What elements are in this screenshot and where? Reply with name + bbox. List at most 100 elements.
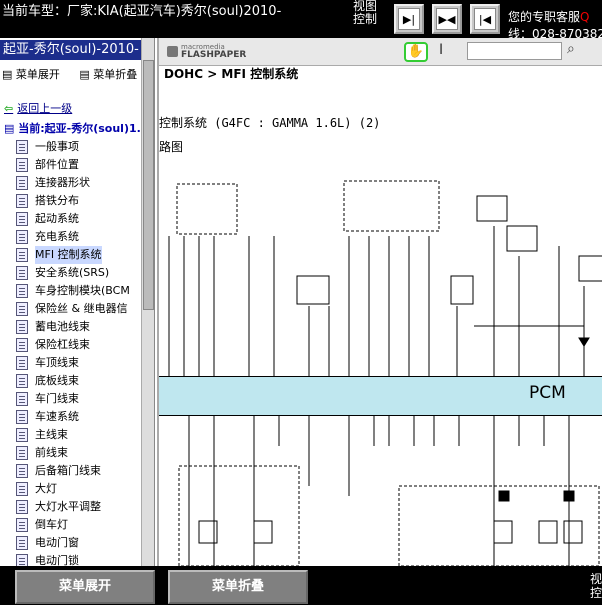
doc-icon: ▤ [4, 122, 15, 135]
document-icon [16, 212, 28, 226]
expand-menu-link[interactable]: ▤ 菜单展开 [2, 68, 68, 81]
document-icon [16, 176, 28, 190]
menu-item[interactable]: 搭铁分布 [16, 192, 130, 210]
menu-item-label: 大灯 [35, 482, 57, 495]
menu-item[interactable]: MFI 控制系统 [16, 246, 130, 264]
menu-item[interactable]: 电动门锁 [16, 552, 130, 566]
menu-item[interactable]: 后备箱门线束 [16, 462, 130, 480]
menu-item[interactable]: 保险杠线束 [16, 336, 130, 354]
current-model-title: 当前车型：厂家:KIA(起亚汽车)秀尔(soul)2010- [2, 4, 282, 19]
hand-tool-icon[interactable]: ✋ [404, 42, 428, 62]
document-page: DOHC > MFI 控制系统 控制系统 (G4FC : GAMMA 1.6L)… [159, 66, 602, 566]
document-icon [16, 356, 28, 370]
qq-link[interactable]: Q [580, 10, 589, 24]
menu-item-label: MFI 控制系统 [35, 246, 102, 264]
menu-item-label: 安全系统(SRS) [35, 266, 110, 279]
menu-item-label: 电动门锁 [35, 554, 79, 566]
menu-item-label: 车门线束 [35, 392, 79, 405]
double-arrow-icon: ▶◀ [436, 8, 458, 30]
service-label: 您的专职客服Q [508, 10, 590, 24]
menu-item[interactable]: 连接器形状 [16, 174, 130, 192]
menu-item-label: 车顶线束 [35, 356, 79, 369]
document-icon [16, 392, 28, 406]
document-icon [16, 428, 28, 442]
text-select-icon[interactable]: I [439, 42, 443, 58]
document-icon [16, 248, 28, 262]
menu-item-label: 蓄电池线束 [35, 320, 90, 333]
flashpaper-toolbar: macromedia FLASHPAPER ✋ I ⌕ [159, 38, 602, 66]
menu-item[interactable]: 一般事项 [16, 138, 130, 156]
document-icon [16, 410, 28, 424]
macromedia-logo-icon [167, 46, 178, 57]
document-icon [16, 518, 28, 532]
expand-menu-button[interactable]: 菜单展开 [15, 570, 155, 604]
document-icon [16, 266, 28, 280]
menu-item-label: 后备箱门线束 [35, 464, 101, 477]
menu-item[interactable]: 大灯 [16, 480, 130, 498]
menu-item[interactable]: 车门线束 [16, 390, 130, 408]
document-icon [16, 482, 28, 496]
next-page-button[interactable]: ▶| [394, 4, 424, 34]
document-icon [16, 374, 28, 388]
back-arrow-icon: ⇦ [4, 102, 14, 115]
menu-item-label: 电动门窗 [35, 536, 79, 549]
sidebar-scrollbar[interactable] [141, 38, 154, 566]
menu-item[interactable]: 前线束 [16, 444, 130, 462]
menu-item-label: 部件位置 [35, 158, 79, 171]
back-link[interactable]: ⇦ 返回上一级 [4, 100, 72, 116]
scrollbar-thumb[interactable] [143, 60, 154, 310]
collapse-menu-link[interactable]: ▤ 菜单折叠 [79, 68, 145, 81]
menu-item[interactable]: 电动门窗 [16, 534, 130, 552]
menu-item[interactable]: 充电系统 [16, 228, 130, 246]
document-icon [16, 302, 28, 316]
view-control-label: 视图 控制 [353, 0, 378, 26]
arrow-left-bar-icon: |◀ [474, 8, 496, 30]
document-icon [16, 338, 28, 352]
document-icon [16, 500, 28, 514]
document-icon [16, 320, 28, 334]
flashpaper-logo: macromedia FLASHPAPER [167, 43, 257, 61]
menu-item[interactable]: 部件位置 [16, 156, 130, 174]
menu-item[interactable]: 倒车灯 [16, 516, 130, 534]
current-model: ▤ 当前:起亚-秀尔(soul)1.6 [4, 122, 149, 135]
document-icon [16, 284, 28, 298]
menu-item[interactable]: 大灯水平调整 [16, 498, 130, 516]
menu-item-label: 连接器形状 [35, 176, 90, 189]
prev-page-button[interactable]: |◀ [470, 4, 500, 34]
document-icon [16, 194, 28, 208]
pcm-block: PCM [159, 376, 602, 416]
menu-item[interactable]: 底板线束 [16, 372, 130, 390]
service-phone: 线：028-870382 [508, 27, 602, 38]
menu-item[interactable]: 起动系统 [16, 210, 130, 228]
menu-tools: ▤ 菜单展开 ▤ 菜单折叠 [2, 66, 153, 82]
collapse-menu-button[interactable]: 菜单折叠 [168, 570, 308, 604]
document-icon [16, 536, 28, 550]
menu-item[interactable]: 安全系统(SRS) [16, 264, 130, 282]
menu-item[interactable]: 保险丝 & 继电器信 [16, 300, 130, 318]
menu-item-label: 充电系统 [35, 230, 79, 243]
wiring-diagram [168, 180, 602, 566]
menu-item-label: 前线束 [35, 446, 68, 459]
pcm-label: PCM [529, 383, 566, 403]
search-input[interactable] [467, 42, 562, 60]
menu-item-label: 保险丝 & 继电器信 [35, 302, 128, 315]
document-icon [16, 554, 28, 566]
menu-item-label: 主线束 [35, 428, 68, 441]
menu-item[interactable]: 车速系统 [16, 408, 130, 426]
menu-item-label: 大灯水平调整 [35, 500, 101, 513]
menu-item-label: 起动系统 [35, 212, 79, 225]
fit-page-button[interactable]: ▶◀ [432, 4, 462, 34]
menu-item[interactable]: 主线束 [16, 426, 130, 444]
menu-item-label: 保险杠线束 [35, 338, 90, 351]
menu-item-label: 车身控制模块(BCM [35, 284, 130, 297]
menu-item-label: 底板线束 [35, 374, 79, 387]
document-icon [16, 158, 28, 172]
menu-item-label: 一般事项 [35, 140, 79, 153]
document-icon [16, 464, 28, 478]
menu-item[interactable]: 车顶线束 [16, 354, 130, 372]
menu-item[interactable]: 车身控制模块(BCM [16, 282, 130, 300]
menu-item-label: 搭铁分布 [35, 194, 79, 207]
model-bar: 起亚-秀尔(soul)-2010- [0, 40, 150, 60]
menu-item[interactable]: 蓄电池线束 [16, 318, 130, 336]
search-icon[interactable]: ⌕ [567, 41, 575, 57]
